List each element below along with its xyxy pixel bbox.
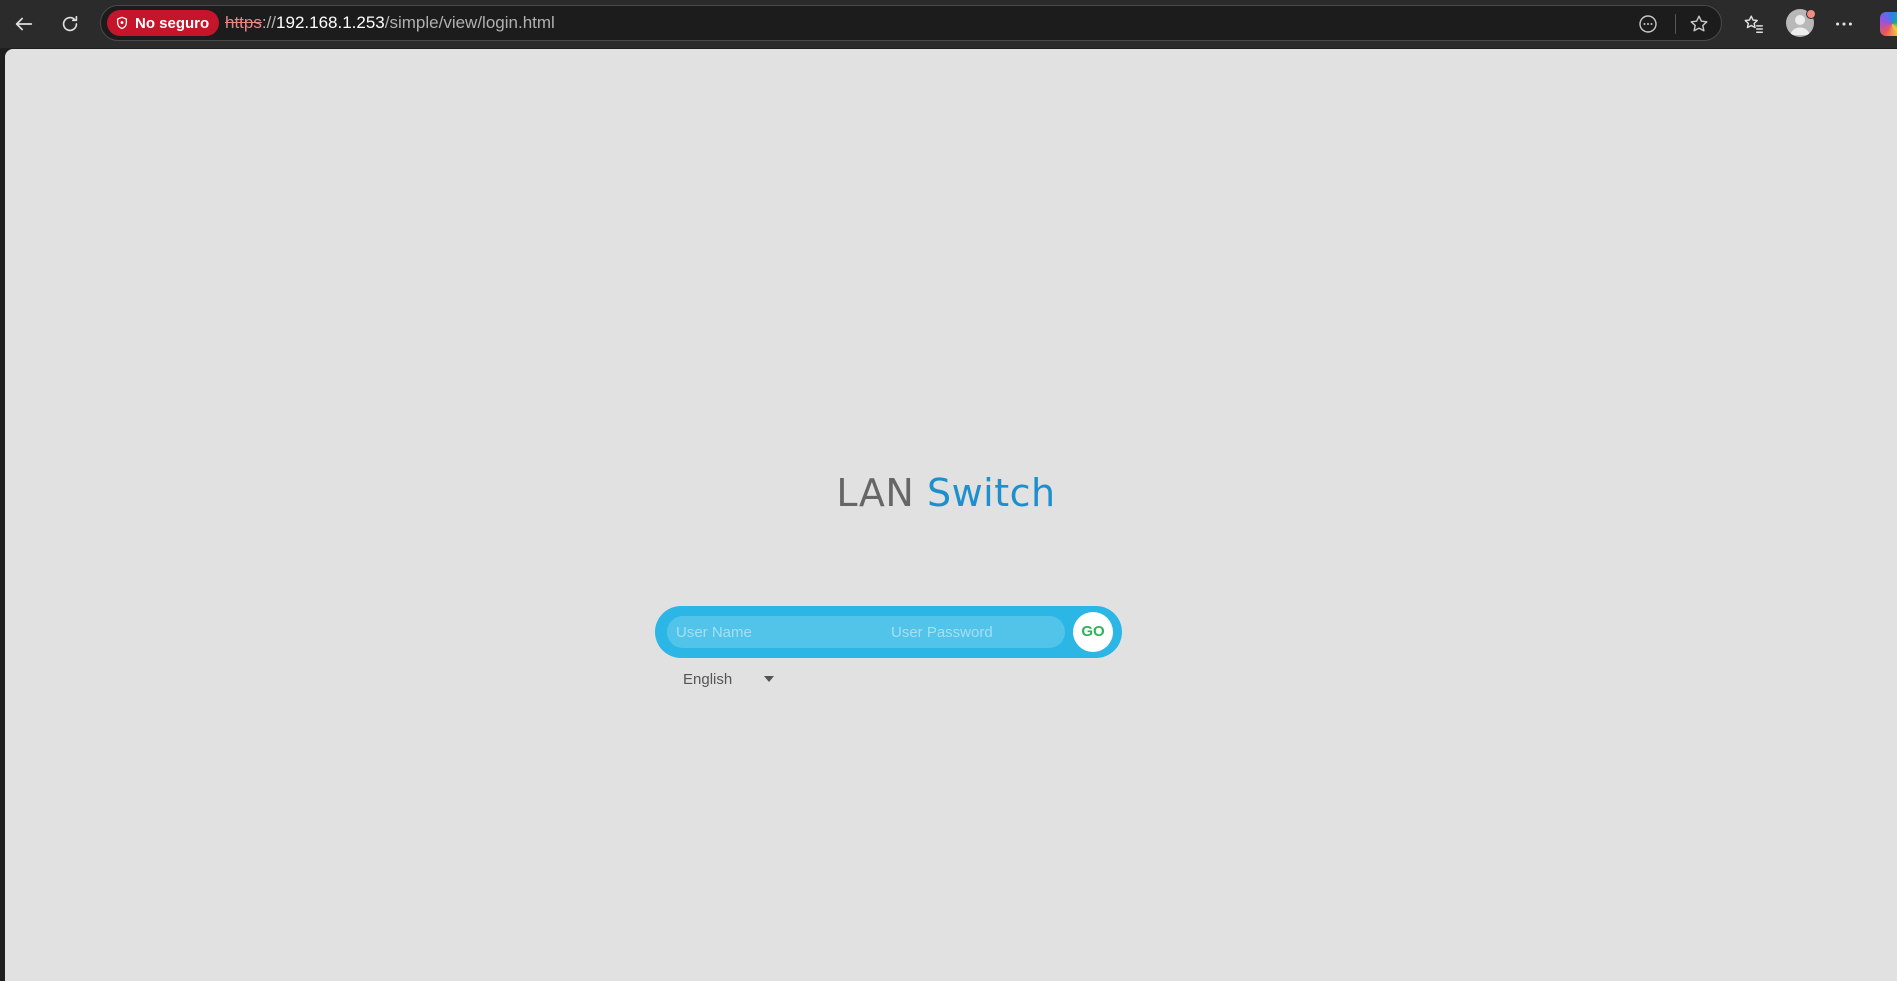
page-title: LAN Switch (5, 469, 1892, 517)
title-lan: LAN (836, 471, 915, 515)
password-input[interactable] (891, 616, 1061, 648)
address-divider (1675, 14, 1676, 34)
address-bar[interactable]: No seguro https://192.168.1.253/simple/v… (100, 5, 1722, 41)
page-options-button[interactable] (1634, 10, 1662, 38)
url-path: /simple/view/login.html (384, 13, 555, 32)
favorite-button[interactable] (1685, 10, 1713, 38)
security-label: No seguro (135, 14, 210, 32)
url-separator: :// (261, 13, 277, 32)
security-badge[interactable]: No seguro (107, 10, 220, 36)
more-circle-icon (1639, 15, 1657, 33)
login-fields (667, 616, 1065, 648)
shield-warning-icon (116, 16, 128, 30)
title-switch: Switch (926, 471, 1056, 515)
login-form: GO (655, 606, 1122, 658)
copilot-icon[interactable] (1880, 12, 1897, 36)
refresh-icon (62, 15, 78, 32)
browser-toolbar: No seguro https://192.168.1.253/simple/v… (0, 0, 1897, 48)
back-button[interactable] (8, 8, 40, 40)
back-arrow-icon (15, 17, 33, 31)
star-icon (1690, 15, 1708, 32)
menu-button[interactable] (1828, 8, 1860, 40)
username-input[interactable] (676, 616, 876, 648)
url-text[interactable]: https://192.168.1.253/simple/view/login.… (225, 6, 555, 40)
ellipsis-icon (1836, 22, 1852, 26)
refresh-button[interactable] (54, 8, 86, 40)
page-viewport: LAN Switch GO English (5, 49, 1897, 981)
language-selected: English (683, 670, 733, 688)
notification-dot (1806, 9, 1816, 19)
url-host: 192.168.1.253 (276, 13, 385, 32)
url-scheme: https (225, 13, 262, 32)
go-button[interactable]: GO (1073, 612, 1113, 652)
favorites-button[interactable] (1738, 8, 1770, 40)
caret-down-icon (764, 676, 774, 682)
favorites-icon (1744, 15, 1763, 33)
language-select[interactable]: English (683, 664, 783, 694)
